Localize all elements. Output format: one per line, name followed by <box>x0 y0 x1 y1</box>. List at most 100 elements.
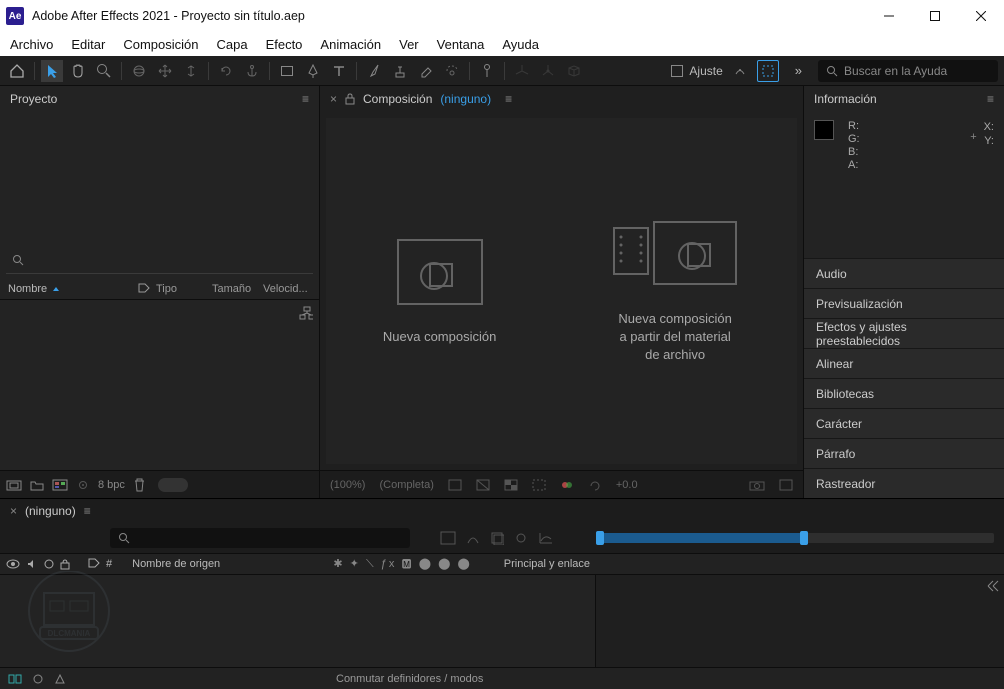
col-source-name[interactable]: Nombre de origen <box>132 558 327 570</box>
panel-menu-icon[interactable]: ≡ <box>84 504 91 518</box>
panel-libraries[interactable]: Bibliotecas <box>804 378 1004 408</box>
snapshot-icon[interactable] <box>749 479 765 491</box>
home-tool[interactable] <box>6 60 28 82</box>
close-tab-icon[interactable]: × <box>330 92 337 106</box>
type-tool[interactable] <box>328 60 350 82</box>
exposure-label[interactable]: +0.0 <box>616 479 638 491</box>
project-search[interactable] <box>6 246 313 274</box>
time-navigator[interactable] <box>596 533 994 543</box>
timeline-search-input[interactable] <box>136 531 402 546</box>
dolly-tool[interactable] <box>180 60 202 82</box>
panel-menu-icon[interactable]: ≡ <box>302 92 309 106</box>
transparency-icon[interactable] <box>504 479 518 491</box>
grid-icon[interactable] <box>448 479 462 491</box>
label-col-icon[interactable] <box>88 558 100 570</box>
panel-tracker[interactable]: Rastreador <box>804 468 1004 498</box>
col-type[interactable]: Tipo <box>156 283 206 295</box>
pen-tool[interactable] <box>302 60 324 82</box>
graph-icon[interactable] <box>538 531 554 545</box>
panel-preview[interactable]: Previsualización <box>804 288 1004 318</box>
roi-icon[interactable] <box>532 479 546 491</box>
menu-capa[interactable]: Capa <box>216 37 247 52</box>
world-axis-tool[interactable] <box>537 60 559 82</box>
toggle3-icon[interactable] <box>54 673 66 685</box>
project-list[interactable] <box>0 300 319 470</box>
menu-ventana[interactable]: Ventana <box>437 37 485 52</box>
new-comp-from-footage-button[interactable]: Nueva composición a partir del material … <box>610 218 740 364</box>
preview-icon[interactable] <box>779 479 793 491</box>
lock-col-icon[interactable] <box>60 558 70 570</box>
local-axis-tool[interactable] <box>511 60 533 82</box>
rect-tool[interactable] <box>276 60 298 82</box>
col-size[interactable]: Tamaño <box>212 283 257 295</box>
audio-col-icon[interactable] <box>26 558 38 570</box>
zoom-label[interactable]: (100%) <box>330 479 365 491</box>
rotate-tool[interactable] <box>215 60 237 82</box>
quality-label[interactable]: (Completa) <box>379 479 433 491</box>
new-comp-button[interactable]: Nueva composición <box>383 236 496 346</box>
new-comp-icon[interactable] <box>52 479 68 491</box>
time-knob-start[interactable] <box>596 531 604 545</box>
eye-icon[interactable] <box>6 558 20 570</box>
menu-archivo[interactable]: Archivo <box>10 37 53 52</box>
project-search-input[interactable] <box>30 252 307 267</box>
panel-menu-icon[interactable]: ≡ <box>505 92 512 106</box>
eraser-tool[interactable] <box>415 60 437 82</box>
panel-effects[interactable]: Efectos y ajustes preestablecidos <box>804 318 1004 348</box>
lock-icon[interactable] <box>345 93 355 105</box>
time-range[interactable] <box>596 533 806 543</box>
menu-editar[interactable]: Editar <box>71 37 105 52</box>
channel-icon[interactable] <box>560 479 574 491</box>
settings-icon[interactable] <box>76 479 90 491</box>
clone-tool[interactable] <box>389 60 411 82</box>
comp-none[interactable]: (ninguno) <box>440 92 491 106</box>
trash-icon[interactable] <box>133 478 146 492</box>
col-name[interactable]: Nombre <box>8 283 47 295</box>
interpret-icon[interactable] <box>6 478 22 492</box>
panel-character[interactable]: Carácter <box>804 408 1004 438</box>
workspace-expand[interactable]: » <box>795 63 802 78</box>
comp-title[interactable]: Composición <box>363 92 432 106</box>
label-icon[interactable] <box>138 283 150 295</box>
mask-icon[interactable] <box>476 479 490 491</box>
menu-ayuda[interactable]: Ayuda <box>502 37 539 52</box>
collapse-icon[interactable] <box>986 579 1000 593</box>
selection-tool[interactable] <box>41 60 63 82</box>
project-title[interactable]: Proyecto <box>10 92 57 106</box>
time-knob-end[interactable] <box>800 531 808 545</box>
hand-tool[interactable] <box>67 60 89 82</box>
roto-tool[interactable] <box>441 60 463 82</box>
menu-efecto[interactable]: Efecto <box>266 37 303 52</box>
info-title[interactable]: Información <box>814 92 877 106</box>
zoom-tool[interactable] <box>93 60 115 82</box>
maximize-button[interactable] <box>912 0 958 32</box>
timeline-search[interactable] <box>110 528 410 548</box>
flowchart-icon[interactable] <box>299 306 313 320</box>
col-num[interactable]: # <box>106 558 112 570</box>
orbit-tool[interactable] <box>128 60 150 82</box>
anchor-tool[interactable] <box>241 60 263 82</box>
close-button[interactable] <box>958 0 1004 32</box>
menu-animacion[interactable]: Animación <box>320 37 381 52</box>
panel-paragraph[interactable]: Párrafo <box>804 438 1004 468</box>
panel-audio[interactable]: Audio <box>804 258 1004 288</box>
shy-icon[interactable] <box>466 531 480 545</box>
timeline-track-area[interactable] <box>596 575 1004 667</box>
puppet-tool[interactable] <box>476 60 498 82</box>
view-axis-tool[interactable] <box>563 60 585 82</box>
bpc-label[interactable]: 8 bpc <box>98 479 125 491</box>
reset-exposure-icon[interactable] <box>588 479 602 491</box>
snap-checkbox[interactable] <box>671 65 683 77</box>
minimize-button[interactable] <box>866 0 912 32</box>
toggle-switches-label[interactable]: Conmutar definidores / modos <box>336 673 483 685</box>
timeline-tab[interactable]: (ninguno) <box>25 504 76 518</box>
brush-tool[interactable] <box>363 60 385 82</box>
pan-camera-tool[interactable] <box>154 60 176 82</box>
snap-bbox-icon[interactable] <box>757 60 779 82</box>
close-tab-icon[interactable]: × <box>10 504 17 518</box>
col-speed[interactable]: Velocid... <box>263 283 311 295</box>
timeline-layer-list[interactable]: DLCMANIA <box>0 575 596 667</box>
snap-mode-icon[interactable] <box>729 60 751 82</box>
menu-ver[interactable]: Ver <box>399 37 419 52</box>
help-search[interactable]: Buscar en la Ayuda <box>818 60 998 82</box>
